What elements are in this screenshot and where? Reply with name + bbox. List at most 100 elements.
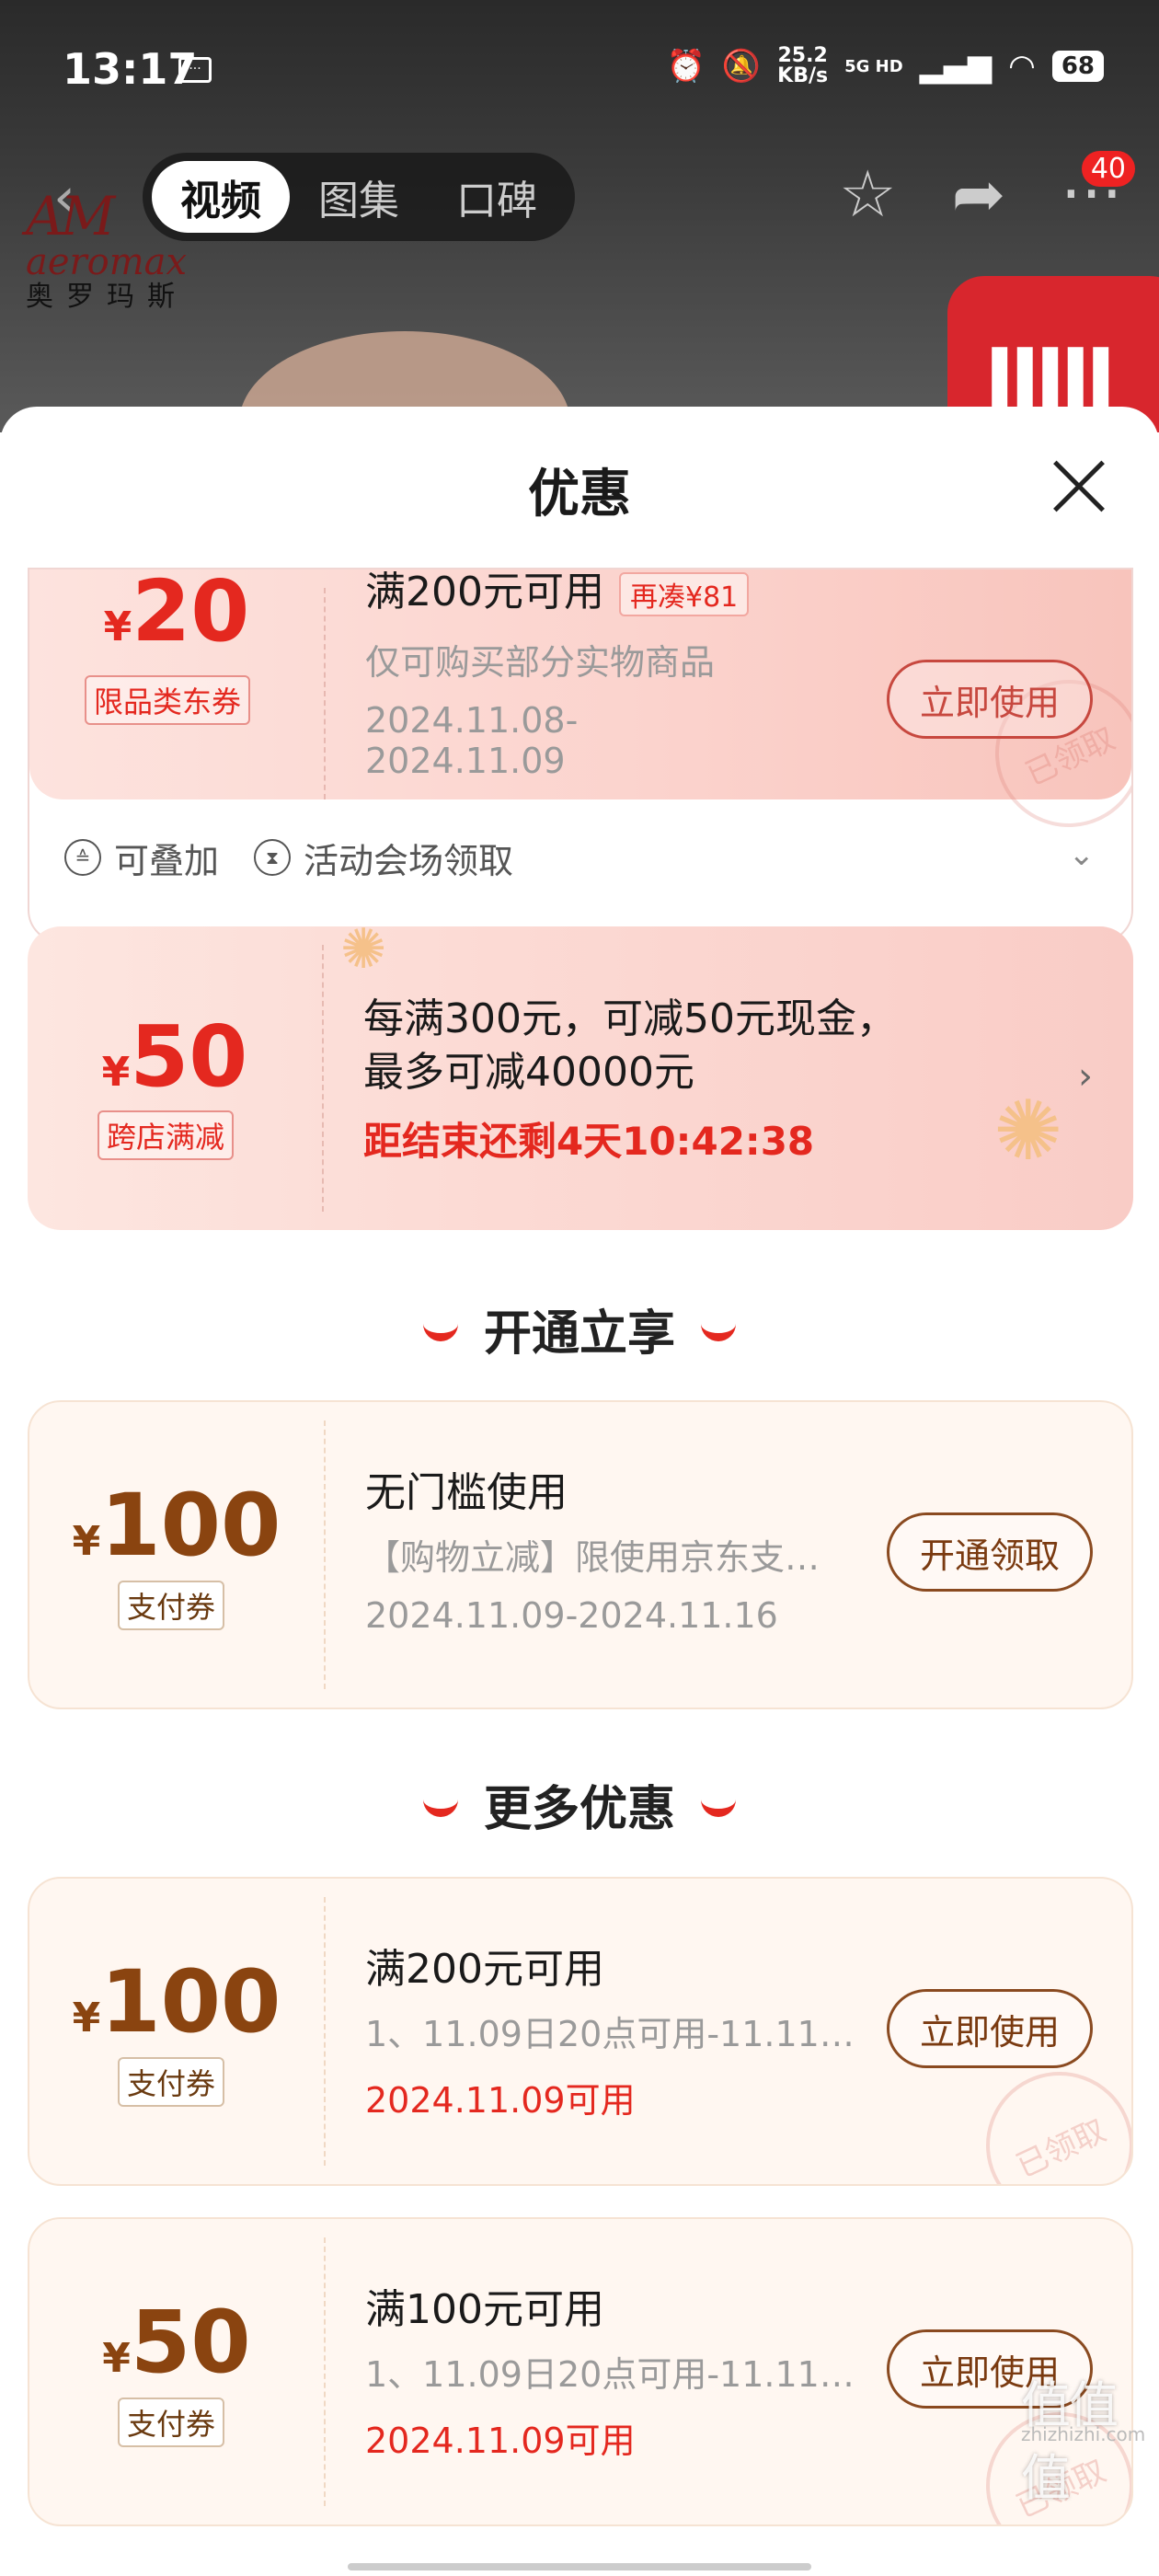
tab-reviews[interactable]: 口碑 — [428, 161, 566, 233]
section-title: 开通立享 — [483, 1306, 675, 1362]
coupon-type-tag: 限品类东券 — [85, 675, 251, 725]
stackable-item: ≙ 可叠加 — [64, 833, 219, 883]
coupon-value: ¥20 限品类东券 — [29, 569, 324, 799]
tab-gallery[interactable]: 图集 — [290, 161, 428, 233]
yen-symbol: ¥ — [101, 1049, 131, 1096]
smile-icon — [422, 1321, 458, 1341]
amount-number: 100 — [100, 1476, 281, 1576]
brand-logo-cn: 奥罗玛斯 — [26, 281, 188, 313]
condition-text: 满200元可用 — [365, 569, 604, 615]
coupon-amount: ¥100 — [29, 1476, 324, 1576]
coupon-value: ¥100 支付券 — [29, 1402, 324, 1708]
speed-unit: KB/s — [777, 64, 829, 87]
section-heading-open: 开通立享 — [0, 1294, 1159, 1363]
status-bar: 13:17 ··· ⏰ 🔕 25.2 KB/s 5G HD ▂▄▆ ◠ 68 — [0, 0, 1159, 147]
mute-icon: 🔕 — [721, 48, 762, 85]
amount-number: 100 — [100, 1952, 281, 2053]
coupon-card-category: ¥20 限品类东券 满200元可用 再凑¥81 仅可购买部分实物商品 2024.1… — [28, 568, 1133, 943]
claimed-stamp: 已领取 — [961, 2047, 1131, 2184]
stackable-label: 可叠加 — [114, 840, 220, 881]
dashed-divider — [324, 588, 326, 799]
smile-icon — [701, 1797, 736, 1817]
coupon-desc: 1、11.09日20点可用-11.11… — [365, 2354, 855, 2395]
coupon-condition: 满200元可用 再凑¥81 — [365, 569, 750, 617]
section-heading-more: 更多优惠 — [0, 1770, 1159, 1839]
venue-item: ⧗ 活动会场领取 — [254, 833, 513, 883]
coupon-type-tag: 支付券 — [118, 1581, 225, 1630]
favorite-star-icon[interactable]: ☆ — [839, 156, 897, 232]
coupon-card-pay-open: ¥100 支付券 无门槛使用 【购物立减】限使用京东支… 2024.11.09-… — [28, 1400, 1133, 1709]
nav-actions: ☆ ➦ ··· — [839, 156, 1122, 232]
network-speed: 25.2 KB/s — [777, 46, 828, 86]
coupon-card-pay: ¥100 支付券 满200元可用 1、11.09日20点可用-11.11… 20… — [28, 1877, 1133, 2186]
promo-rule: 每满300元，可减50元现金， 最多可减40000元 — [363, 993, 897, 1099]
dashed-divider — [322, 945, 324, 1212]
use-now-button[interactable]: 立即使用 — [887, 660, 1093, 739]
close-icon[interactable] — [1050, 458, 1106, 513]
coupon-type-tag: 跨店满减 — [98, 1110, 235, 1160]
amount-number: 50 — [130, 2293, 251, 2393]
coupon-top: ¥20 限品类东券 满200元可用 再凑¥81 仅可购买部分实物商品 2024.1… — [29, 569, 1131, 852]
coupon-desc: 【购物立减】限使用京东支… — [365, 1537, 820, 1578]
yen-symbol: ¥ — [102, 2335, 131, 2382]
chevron-down-icon[interactable]: ⌄ — [1069, 836, 1096, 873]
smile-icon — [701, 1321, 736, 1341]
coupon-card-cross-store[interactable]: ¥50 跨店满减 每满300元，可减50元现金， 最多可减40000元 距结束还剩… — [28, 926, 1133, 1230]
coupon-type-tag: 支付券 — [118, 2057, 225, 2107]
coupon-date: 2024.11.09可用 — [365, 2080, 636, 2121]
coupon-amount: ¥20 — [29, 568, 324, 661]
tab-video[interactable]: 视频 — [152, 161, 290, 233]
signal-icon: ▂▄▆ — [919, 48, 993, 85]
alarm-icon: ⏰ — [666, 48, 706, 85]
site-watermark-url: zhizhizhi.com — [1021, 2423, 1146, 2445]
battery-level: 68 — [1051, 51, 1104, 82]
promo-rule-line1: 每满300元，可减50元现金， — [363, 995, 897, 1042]
yen-symbol: ¥ — [72, 1995, 101, 2041]
coupon-amount: ¥50 — [28, 1007, 322, 1106]
ticket-icon: ⧗ — [254, 839, 292, 876]
message-badge: 40 — [1081, 151, 1135, 187]
share-icon[interactable]: ➦ — [952, 156, 1006, 232]
discount-sheet: 优惠 ¥20 限品类东券 满200元可用 再凑¥81 仅可购买部分实物商品 202… — [0, 407, 1159, 2576]
coupon-desc: 仅可购买部分实物商品 — [365, 642, 716, 683]
section-title: 更多优惠 — [483, 1782, 675, 1837]
amount-number: 20 — [132, 568, 250, 661]
coupon-value: ¥100 支付券 — [29, 1879, 324, 2184]
coupon-desc: 1、11.09日20点可用-11.11… — [365, 2014, 855, 2054]
dashed-divider — [324, 1420, 326, 1689]
brand-logo-en: aeromax — [26, 241, 188, 283]
dashed-divider — [324, 2237, 326, 2506]
activate-claim-button[interactable]: 开通领取 — [887, 1512, 1093, 1592]
coupon-condition: 满100元可用 — [365, 2286, 604, 2333]
coupon-date: 2024.11.08-2024.11.09 — [365, 700, 579, 781]
coupon-type-tag: 支付券 — [118, 2398, 225, 2447]
venue-label: 活动会场领取 — [304, 840, 514, 881]
smile-icon — [422, 1797, 458, 1817]
wifi-icon: ◠ — [1008, 48, 1036, 85]
status-time: 13:17 — [63, 44, 198, 94]
coupon-date: 2024.11.09可用 — [365, 2421, 636, 2461]
coupon-amount: ¥50 — [29, 2293, 324, 2393]
yen-symbol: ¥ — [103, 604, 132, 650]
coupon-condition: 满200元可用 — [365, 1946, 604, 1993]
network-type: 5G HD — [844, 56, 903, 76]
chevron-right-icon: › — [1078, 1055, 1093, 1098]
coupon-value: ¥50 支付券 — [29, 2219, 324, 2524]
media-tabs: 视频 图集 口碑 — [143, 153, 575, 241]
promo-rule-line2: 最多可减40000元 — [363, 1049, 694, 1096]
coupon-value: ¥50 跨店满减 — [28, 926, 322, 1230]
sparkle-icon: ✺ — [340, 926, 387, 982]
sheet-header: 优惠 — [0, 407, 1159, 568]
sheet-title: 优惠 — [528, 465, 631, 524]
coupon-footer: ≙ 可叠加 ⧗ 活动会场领取 ⌄ — [29, 816, 1131, 899]
yen-symbol: ¥ — [72, 1518, 101, 1565]
use-now-button[interactable]: 立即使用 — [887, 1989, 1093, 2068]
coupon-amount: ¥100 — [29, 1952, 324, 2053]
countdown-text: 距结束还剩4天10:42:38 — [363, 1119, 815, 1164]
stack-icon: ≙ — [64, 839, 101, 876]
add-more-badge: 再凑¥81 — [618, 572, 750, 616]
message-icon: ··· — [178, 57, 212, 83]
home-indicator[interactable] — [348, 2563, 811, 2570]
coupon-condition: 无门槛使用 — [365, 1469, 568, 1516]
coupon-card-pay: ¥50 支付券 满100元可用 1、11.09日20点可用-11.11… 202… — [28, 2217, 1133, 2526]
